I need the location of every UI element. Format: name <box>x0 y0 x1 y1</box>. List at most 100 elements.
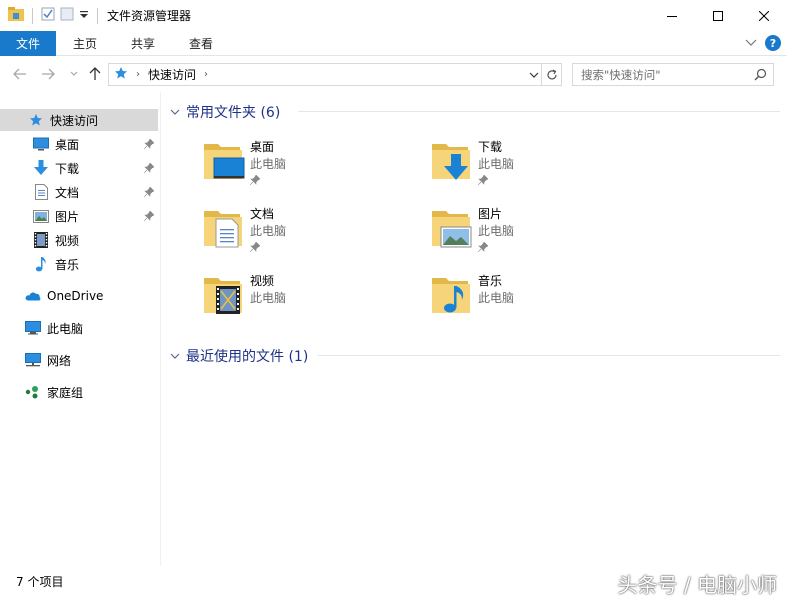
explorer-app-icon[interactable] <box>8 7 24 24</box>
group-header-recent-files[interactable]: 最近使用的文件 (1) <box>170 346 780 366</box>
pin-icon <box>249 241 261 255</box>
pin-icon[interactable] <box>143 186 155 200</box>
group-header-label: 最近使用的文件 (1) <box>186 349 309 365</box>
breadcrumb-separator-icon[interactable]: › <box>136 69 140 80</box>
folder-name: 桌面 <box>250 140 275 154</box>
sidebar-item-downloads[interactable]: 下载 <box>0 157 158 179</box>
homegroup-icon <box>25 384 41 400</box>
star-icon <box>28 112 44 128</box>
sidebar-item-label: 家庭组 <box>47 385 84 400</box>
maximize-icon <box>713 10 723 21</box>
sidebar-item-label: 音乐 <box>55 257 80 272</box>
sidebar-item-documents[interactable]: 文档 <box>0 181 158 203</box>
sidebar-item-label: 网络 <box>47 353 72 368</box>
tab-view[interactable]: 查看 <box>172 31 230 56</box>
sidebar-item-desktop[interactable]: 桌面 <box>0 133 158 155</box>
folder-location: 此电脑 <box>250 157 287 171</box>
folder-tile-downloads[interactable]: 下载 此电脑 <box>430 134 630 190</box>
folder-tile-videos[interactable]: 视频 此电脑 <box>202 268 402 324</box>
network-icon <box>25 352 41 368</box>
ribbon-tabs: 文件 主页 共享 查看 ? <box>0 30 787 56</box>
chevron-down-icon[interactable] <box>170 348 180 364</box>
title-bar: 文件资源管理器 <box>0 0 787 31</box>
minimize-icon <box>667 15 677 17</box>
refresh-button[interactable] <box>541 64 561 85</box>
search-input[interactable] <box>581 67 751 82</box>
pin-icon[interactable] <box>143 138 155 152</box>
breadcrumb-quick-access[interactable]: 快速访问 <box>148 66 196 83</box>
sidebar-item-label: 桌面 <box>55 137 80 152</box>
folder-name: 图片 <box>478 207 503 221</box>
folder-downloads-icon <box>432 144 470 180</box>
sidebar-item-label: 视频 <box>55 233 80 248</box>
close-icon <box>759 10 769 21</box>
sidebar-item-homegroup[interactable]: 家庭组 <box>0 381 158 403</box>
pin-icon[interactable] <box>143 210 155 224</box>
computer-icon <box>25 320 41 336</box>
window-title: 文件资源管理器 <box>107 9 192 23</box>
address-bar[interactable]: › 快速访问 › <box>108 63 562 86</box>
pin-icon <box>477 241 489 255</box>
navigation-pane: 快速访问 桌面 下载 文档 图片 视频 音乐 OneDrive 此电脑 网络 家… <box>0 92 161 566</box>
folder-music-icon <box>432 278 470 313</box>
pin-icon[interactable] <box>143 162 155 176</box>
folder-videos-icon <box>204 278 242 314</box>
document-icon <box>33 184 49 200</box>
properties-icon[interactable] <box>41 7 55 24</box>
video-icon <box>33 232 49 248</box>
back-button[interactable] <box>12 66 28 82</box>
music-icon <box>33 256 49 272</box>
folder-tile-desktop[interactable]: 桌面 此电脑 <box>202 134 402 190</box>
folder-location: 此电脑 <box>478 157 515 171</box>
chevron-down-icon <box>70 71 78 76</box>
address-dropdown-icon[interactable] <box>529 68 539 82</box>
folder-name: 视频 <box>250 274 275 288</box>
sidebar-item-videos[interactable]: 视频 <box>0 229 158 251</box>
folder-tile-music[interactable]: 音乐 此电脑 <box>430 268 630 324</box>
customize-qat-icon[interactable] <box>79 9 89 23</box>
watermark-text: 头条号 / 电脑小师 <box>617 573 777 596</box>
status-bar: 7 个项目 头条号 / 电脑小师 <box>0 566 787 596</box>
recent-locations-button[interactable] <box>66 66 82 82</box>
minimize-button[interactable] <box>649 0 695 31</box>
forward-arrow-icon <box>42 68 55 80</box>
close-button[interactable] <box>741 0 787 31</box>
up-button[interactable] <box>87 66 103 82</box>
desktop-icon <box>33 136 49 152</box>
folder-tile-pictures[interactable]: 图片 此电脑 <box>430 201 630 257</box>
expand-ribbon-icon[interactable] <box>745 36 757 50</box>
sidebar-item-network[interactable]: 网络 <box>0 349 158 371</box>
folder-name: 音乐 <box>478 274 503 288</box>
maximize-button[interactable] <box>695 0 741 31</box>
sidebar-item-label: 文档 <box>55 185 80 200</box>
download-icon <box>33 160 49 176</box>
sidebar-item-label: 图片 <box>55 209 80 224</box>
search-box[interactable] <box>572 63 774 86</box>
folder-tile-documents[interactable]: 文档 此电脑 <box>202 201 402 257</box>
pin-icon <box>477 174 489 188</box>
tab-file[interactable]: 文件 <box>0 30 57 56</box>
breadcrumb-separator-icon[interactable]: › <box>204 69 208 80</box>
sidebar-item-quick-access[interactable]: 快速访问 <box>0 109 158 131</box>
new-folder-icon[interactable] <box>60 7 74 24</box>
folder-location: 此电脑 <box>478 291 515 305</box>
forward-button[interactable] <box>40 66 56 82</box>
address-row: › 快速访问 › <box>0 57 787 91</box>
pin-icon <box>249 174 261 188</box>
picture-icon <box>33 208 49 224</box>
sidebar-item-label: 下载 <box>55 161 80 176</box>
sidebar-item-pictures[interactable]: 图片 <box>0 205 158 227</box>
search-icon[interactable] <box>754 68 767 84</box>
help-button[interactable]: ? <box>765 35 781 51</box>
sidebar-item-label: 快速访问 <box>50 113 99 128</box>
tab-home[interactable]: 主页 <box>56 31 114 56</box>
sidebar-item-this-pc[interactable]: 此电脑 <box>0 317 158 339</box>
group-divider <box>318 355 780 356</box>
sidebar-item-onedrive[interactable]: OneDrive <box>0 285 158 307</box>
tab-share[interactable]: 共享 <box>114 31 172 56</box>
folder-pictures-icon <box>432 211 472 248</box>
refresh-icon <box>546 68 557 79</box>
group-header-frequent-folders[interactable]: 常用文件夹 (6) <box>170 102 780 122</box>
chevron-down-icon[interactable] <box>170 104 180 120</box>
sidebar-item-music[interactable]: 音乐 <box>0 253 158 275</box>
